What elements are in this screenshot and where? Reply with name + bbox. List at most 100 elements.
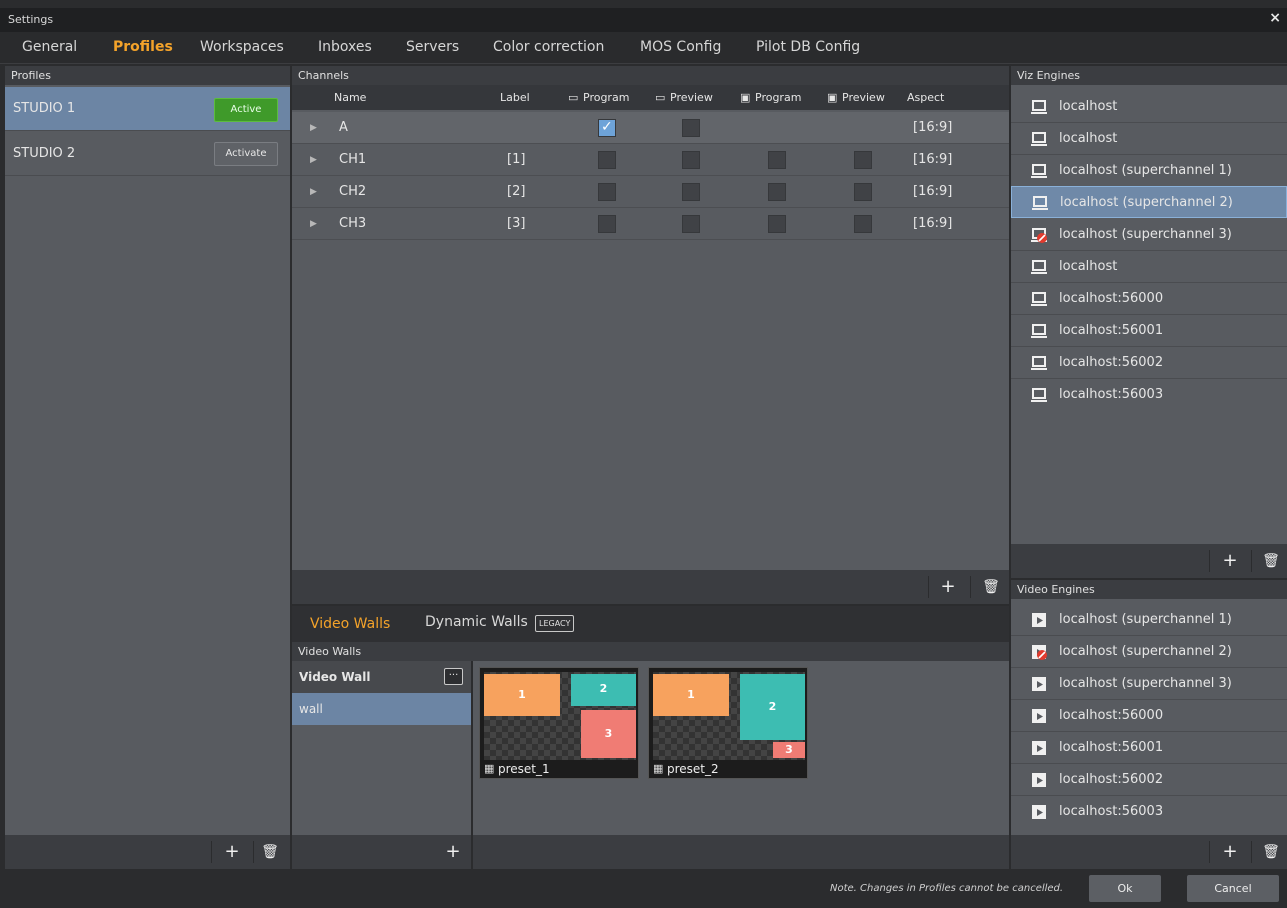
- preset-name: preset_2: [667, 762, 719, 776]
- channel-row[interactable]: ▶ CH2 [2] [16:9]: [292, 176, 1009, 208]
- grid-icon: ▦: [484, 762, 495, 775]
- close-icon[interactable]: ×: [1269, 10, 1281, 26]
- video-engine-item[interactable]: localhost (superchannel 1): [1011, 604, 1287, 636]
- viz-engine-item[interactable]: localhost: [1011, 91, 1287, 123]
- cancel-button[interactable]: Cancel: [1187, 875, 1279, 902]
- video-preview-checkbox[interactable]: [854, 183, 872, 201]
- add-profile-button[interactable]: +: [222, 843, 242, 861]
- video-preview-checkbox[interactable]: [854, 151, 872, 169]
- tab-workspaces[interactable]: Workspaces: [200, 39, 284, 55]
- delete-video-engine-trash-icon[interactable]: 🗑: [1261, 843, 1281, 861]
- preview-checkbox[interactable]: [682, 151, 700, 169]
- video-engine-label: localhost (superchannel 2): [1059, 644, 1232, 659]
- title-bar: Settings ×: [0, 8, 1287, 32]
- col-name: Name: [334, 91, 367, 104]
- clapperboard-icon: [1032, 773, 1046, 787]
- tab-inboxes[interactable]: Inboxes: [318, 39, 372, 55]
- viz-engine-item[interactable]: localhost: [1011, 123, 1287, 155]
- preview-checkbox[interactable]: [682, 215, 700, 233]
- viz-engines-button-bar: + 🗑: [1011, 544, 1287, 578]
- tab-color-correction[interactable]: Color correction: [493, 39, 604, 55]
- walls-tab-bar: Video Walls Dynamic Walls LEGACY: [292, 606, 1009, 642]
- channels-table: ▶ A ✓ [16:9] ▶ CH1 [1] [16:9] ▶ CH2 [2] …: [292, 110, 1009, 570]
- video-engine-item[interactable]: localhost:56001: [1011, 732, 1287, 764]
- video-engine-item[interactable]: localhost:56000: [1011, 700, 1287, 732]
- video-wall-list-title: Video Wall: [299, 670, 371, 684]
- viz-engine-item[interactable]: localhost (superchannel 1): [1011, 155, 1287, 187]
- add-channel-button[interactable]: +: [938, 578, 958, 596]
- program-checkbox[interactable]: [598, 215, 616, 233]
- channel-label: [3]: [507, 216, 526, 231]
- video-engine-item[interactable]: localhost (superchannel 3): [1011, 668, 1287, 700]
- add-viz-engine-button[interactable]: +: [1220, 552, 1240, 570]
- presets-button-bar: [473, 835, 1009, 869]
- channel-row[interactable]: ▶ CH3 [3] [16:9]: [292, 208, 1009, 240]
- video-program-checkbox[interactable]: [768, 151, 786, 169]
- profiles-header-label: Profiles: [5, 66, 290, 85]
- tab-dynamic-walls[interactable]: Dynamic Walls: [425, 614, 528, 630]
- video-engines-header-label: Video Engines: [1011, 580, 1287, 599]
- wall-block-1: 1: [484, 674, 560, 716]
- profile-row-studio-1[interactable]: STUDIO 1 Active: [5, 87, 290, 131]
- monitor-error-icon: [1031, 228, 1047, 243]
- channel-row[interactable]: ▶ A ✓ [16:9]: [292, 112, 1009, 144]
- monitor-icon: [1031, 292, 1047, 306]
- more-options-icon[interactable]: ···: [444, 668, 463, 685]
- expand-arrow-icon[interactable]: ▶: [310, 112, 317, 144]
- video-program-checkbox[interactable]: [768, 215, 786, 233]
- viz-engines-list: localhost localhost localhost (superchan…: [1011, 85, 1287, 544]
- profile-row-studio-2[interactable]: STUDIO 2 Activate: [5, 132, 290, 176]
- window-title: Settings: [8, 13, 54, 26]
- video-engine-item[interactable]: localhost:56002: [1011, 764, 1287, 796]
- program-checkbox[interactable]: ✓: [598, 119, 616, 137]
- add-video-engine-button[interactable]: +: [1220, 843, 1240, 861]
- video-wall-item-label: wall: [299, 702, 323, 716]
- add-video-wall-button[interactable]: +: [443, 843, 463, 861]
- tab-video-walls[interactable]: Video Walls: [310, 616, 390, 632]
- program-checkbox[interactable]: [598, 151, 616, 169]
- viz-engine-label: localhost (superchannel 3): [1059, 227, 1232, 242]
- tab-pilot-db-config[interactable]: Pilot DB Config: [756, 39, 860, 55]
- viz-engine-item[interactable]: localhost (superchannel 2): [1011, 186, 1287, 218]
- delete-viz-engine-trash-icon[interactable]: 🗑: [1261, 552, 1281, 570]
- col-video-preview: Preview: [842, 91, 885, 104]
- program-checkbox[interactable]: [598, 183, 616, 201]
- expand-arrow-icon[interactable]: ▶: [310, 144, 317, 176]
- video-program-checkbox[interactable]: [768, 183, 786, 201]
- video-engine-item[interactable]: localhost:56003: [1011, 796, 1287, 828]
- divider: [970, 576, 971, 598]
- video-engine-label: localhost:56002: [1059, 772, 1164, 787]
- wall-block-1: 1: [653, 674, 729, 716]
- viz-engine-item[interactable]: localhost: [1011, 251, 1287, 283]
- profile-active-button[interactable]: Active: [214, 98, 278, 122]
- video-preview-checkbox[interactable]: [854, 215, 872, 233]
- tab-general[interactable]: General: [22, 39, 77, 55]
- divider: [1209, 550, 1210, 572]
- video-wall-item[interactable]: wall: [292, 693, 471, 725]
- walls-subheader: Video Walls: [292, 642, 1009, 661]
- monitor-icon: [1031, 100, 1047, 114]
- tab-mos-config[interactable]: MOS Config: [640, 39, 721, 55]
- expand-arrow-icon[interactable]: ▶: [310, 208, 317, 240]
- preview-checkbox[interactable]: [682, 119, 700, 137]
- viz-engine-item[interactable]: localhost:56001: [1011, 315, 1287, 347]
- tab-servers[interactable]: Servers: [406, 39, 459, 55]
- preset-thumbnail[interactable]: 1 2 3 ▦ preset_2: [648, 667, 808, 779]
- ok-button[interactable]: Ok: [1089, 875, 1161, 902]
- tab-profiles[interactable]: Profiles: [113, 39, 173, 55]
- channel-name: A: [339, 120, 348, 135]
- viz-engine-item[interactable]: localhost:56003: [1011, 379, 1287, 411]
- preview-checkbox[interactable]: [682, 183, 700, 201]
- viz-engine-item[interactable]: localhost:56002: [1011, 347, 1287, 379]
- video-engine-item[interactable]: localhost (superchannel 2): [1011, 636, 1287, 668]
- channel-row[interactable]: ▶ CH1 [1] [16:9]: [292, 144, 1009, 176]
- viz-engine-item[interactable]: localhost:56000: [1011, 283, 1287, 315]
- preset-thumbnail[interactable]: 1 2 3 ▦ preset_1: [479, 667, 639, 779]
- expand-arrow-icon[interactable]: ▶: [310, 176, 317, 208]
- viz-engine-item[interactable]: localhost (superchannel 3): [1011, 219, 1287, 251]
- profile-activate-button[interactable]: Activate: [214, 142, 278, 166]
- preset-name: preset_1: [498, 762, 550, 776]
- monitor-icon: [1031, 164, 1047, 178]
- delete-channel-trash-icon[interactable]: 🗑: [981, 578, 1001, 596]
- delete-profile-trash-icon[interactable]: 🗑: [260, 843, 280, 861]
